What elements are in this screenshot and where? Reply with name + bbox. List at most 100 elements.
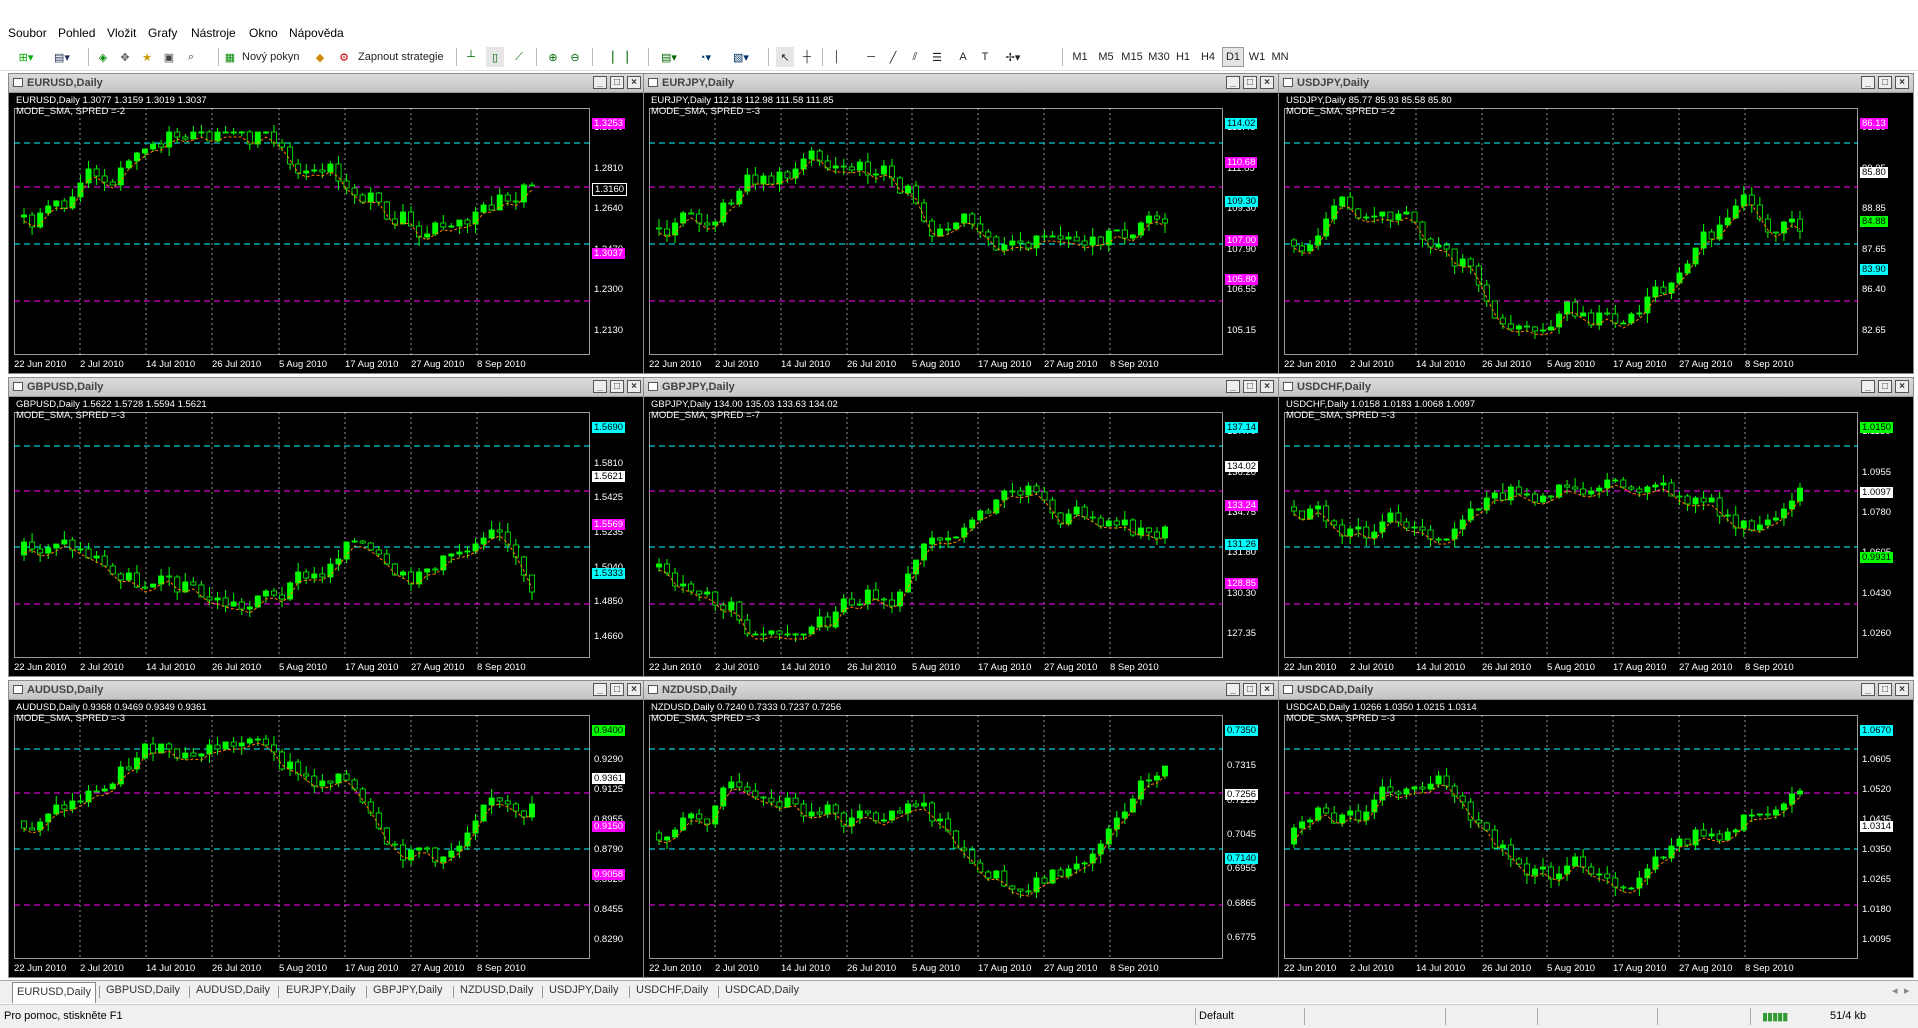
chart-window-gbpusd[interactable]: GBPUSD,Daily _ □ × GBPUSD,Daily 1.5622 1.572… (8, 377, 646, 677)
tab-usdchf[interactable]: USDCHF,Daily (632, 984, 712, 996)
periods-icon[interactable]: ◔▾ (692, 47, 718, 67)
line-chart-icon[interactable]: ⟋ (510, 47, 528, 67)
autoscroll-icon[interactable]: ▕ (600, 47, 618, 67)
minimize-icon[interactable]: _ (593, 683, 607, 696)
chart-titlebar[interactable]: USDCHF,Daily _ □ × (1279, 378, 1913, 397)
text-icon[interactable]: A (954, 47, 972, 67)
data-window-icon[interactable]: ✥ (116, 47, 134, 67)
close-icon[interactable]: × (1260, 76, 1274, 89)
maximize-icon[interactable]: □ (1243, 683, 1257, 696)
minimize-icon[interactable]: _ (1861, 76, 1875, 89)
chart-titlebar[interactable]: NZDUSD,Daily _ □ × (644, 681, 1278, 700)
channel-icon[interactable]: ⫽ (906, 47, 924, 67)
timeframe-d1[interactable]: D1 (1222, 47, 1244, 67)
crosshair-icon[interactable]: ┼ (798, 47, 816, 67)
maximize-icon[interactable]: □ (610, 76, 624, 89)
minimize-icon[interactable]: _ (1226, 380, 1240, 393)
tab-eurjpy[interactable]: EURJPY,Daily (282, 984, 360, 996)
bar-chart-icon[interactable]: ┴ (462, 47, 480, 67)
market-watch-icon[interactable]: ◈ (94, 47, 112, 67)
profiles-icon[interactable]: ▤▾ (48, 47, 76, 67)
timeframe-mn[interactable]: MN (1268, 47, 1292, 67)
candlestick-plot[interactable] (649, 715, 1223, 959)
chart-titlebar[interactable]: EURUSD,Daily _ □ × (9, 74, 645, 93)
indicators-icon[interactable]: ▤▾ (656, 47, 682, 67)
tester-icon[interactable]: ⌕ (182, 47, 200, 67)
timeframe-m5[interactable]: M5 (1094, 47, 1118, 67)
new-order-button[interactable]: Nový pokyn (242, 47, 299, 67)
menu-nastroje[interactable]: Nástroje (191, 26, 236, 40)
tab-scroll-right-icon[interactable]: ▸ (1900, 984, 1914, 997)
fibonacci-icon[interactable]: ☰ (928, 47, 946, 67)
tab-eurusd[interactable]: EURUSD,Daily (12, 982, 96, 1003)
vertical-line-icon[interactable]: │ (828, 47, 846, 67)
tab-usdcad[interactable]: USDCAD,Daily (721, 984, 803, 996)
minimize-icon[interactable]: _ (1861, 683, 1875, 696)
maximize-icon[interactable]: □ (1243, 380, 1257, 393)
close-icon[interactable]: × (1895, 683, 1909, 696)
chart-titlebar[interactable]: AUDUSD,Daily _ □ × (9, 681, 645, 700)
tab-nzdusd[interactable]: NZDUSD,Daily (456, 984, 537, 996)
zoom-out-icon[interactable]: ⊖ (566, 47, 584, 67)
candlestick-plot[interactable] (14, 108, 590, 355)
cursor-icon[interactable]: ↖ (776, 47, 794, 67)
menu-grafy[interactable]: Grafy (148, 26, 177, 40)
maximize-icon[interactable]: □ (1878, 76, 1892, 89)
maximize-icon[interactable]: □ (610, 683, 624, 696)
chart-window-gbpjpy[interactable]: GBPJPY,Daily _ □ × GBPJPY,Daily 134.00 135.0… (643, 377, 1279, 677)
timeframe-m1[interactable]: M1 (1068, 47, 1092, 67)
tab-audusd[interactable]: AUDUSD,Daily (192, 984, 274, 996)
horizontal-line-icon[interactable]: ─ (862, 47, 880, 67)
terminal-icon[interactable]: ▣ (160, 47, 178, 67)
chart-window-usdchf[interactable]: USDCHF,Daily _ □ × USDCHF,Daily 1.0158 1.018… (1278, 377, 1914, 677)
close-icon[interactable]: × (627, 380, 641, 393)
menu-okno[interactable]: Okno (249, 26, 278, 40)
candlestick-plot[interactable] (14, 412, 590, 658)
maximize-icon[interactable]: □ (1878, 380, 1892, 393)
chart-window-audusd[interactable]: AUDUSD,Daily _ □ × AUDUSD,Daily 0.9368 0.946… (8, 680, 646, 978)
candlestick-plot[interactable] (1284, 108, 1858, 355)
maximize-icon[interactable]: □ (1878, 683, 1892, 696)
menu-soubor[interactable]: Soubor (8, 26, 47, 40)
minimize-icon[interactable]: _ (1226, 76, 1240, 89)
minimize-icon[interactable]: _ (593, 76, 607, 89)
timeframe-m15[interactable]: M15 (1118, 47, 1146, 67)
minimize-icon[interactable]: _ (593, 380, 607, 393)
chart-titlebar[interactable]: USDCAD,Daily _ □ × (1279, 681, 1913, 700)
close-icon[interactable]: × (1895, 380, 1909, 393)
menu-napoveda[interactable]: Nápověda (289, 26, 344, 40)
zoom-in-icon[interactable]: ⊕ (544, 47, 562, 67)
minimize-icon[interactable]: _ (1861, 380, 1875, 393)
tab-usdjpy[interactable]: USDJPY,Daily (545, 984, 623, 996)
close-icon[interactable]: × (1895, 76, 1909, 89)
chart-window-nzdusd[interactable]: NZDUSD,Daily _ □ × NZDUSD,Daily 0.7240 0.733… (643, 680, 1279, 978)
timeframe-w1[interactable]: W1 (1246, 47, 1268, 67)
chart-titlebar[interactable]: GBPJPY,Daily _ □ × (644, 378, 1278, 397)
navigator-icon[interactable]: ★ (138, 47, 156, 67)
chart-titlebar[interactable]: EURJPY,Daily _ □ × (644, 74, 1278, 93)
maximize-icon[interactable]: □ (610, 380, 624, 393)
candlestick-plot[interactable] (649, 412, 1223, 658)
tab-gbpjpy[interactable]: GBPJPY,Daily (369, 984, 447, 996)
candlestick-plot[interactable] (1284, 412, 1858, 658)
menu-pohled[interactable]: Pohled (58, 26, 95, 40)
chart-shift-icon[interactable]: ▏ (622, 47, 640, 67)
close-icon[interactable]: × (1260, 380, 1274, 393)
timeframe-h4[interactable]: H4 (1197, 47, 1219, 67)
new-chart-icon[interactable]: ⊞▾ (12, 47, 40, 67)
timeframe-m30[interactable]: M30 (1145, 47, 1173, 67)
candlestick-plot[interactable] (1284, 715, 1858, 959)
menu-vlozit[interactable]: Vložit (107, 26, 136, 40)
minimize-icon[interactable]: _ (1226, 683, 1240, 696)
arrows-icon[interactable]: ✢▾ (1000, 47, 1026, 67)
text-label-icon[interactable]: T (976, 47, 994, 67)
candlestick-icon[interactable]: ▯ (486, 47, 504, 67)
chart-window-eurusd[interactable]: EURUSD,Daily _ □ × EURUSD,Daily 1.3077 1.315… (8, 73, 646, 374)
chart-window-usdjpy[interactable]: USDJPY,Daily _ □ × USDJPY,Daily 85.77 85.93 … (1278, 73, 1914, 374)
candlestick-plot[interactable] (14, 715, 590, 959)
tab-gbpusd[interactable]: GBPUSD,Daily (102, 984, 184, 996)
close-icon[interactable]: × (1260, 683, 1274, 696)
close-icon[interactable]: × (627, 683, 641, 696)
templates-icon[interactable]: ▧▾ (728, 47, 754, 67)
close-icon[interactable]: × (627, 76, 641, 89)
